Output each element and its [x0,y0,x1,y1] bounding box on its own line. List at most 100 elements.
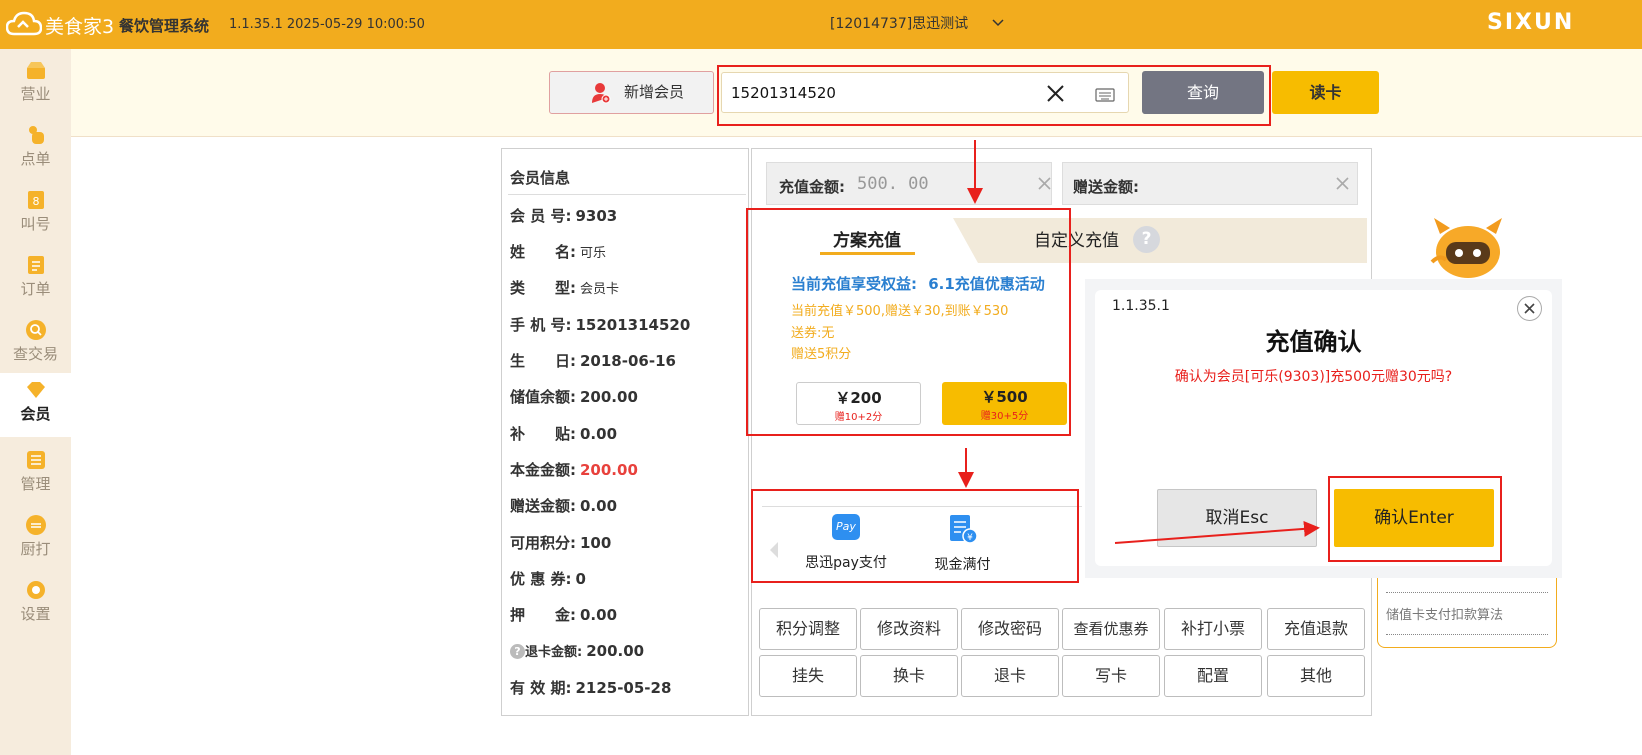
member-row-value: 200.00 [586,642,645,660]
highlight-box-plan [746,208,1071,436]
member-row-label: 手 机 号: [510,316,572,334]
dialog-version: 1.1.35.1 [1112,298,1170,314]
sidebar-item-label: 营业 [20,85,51,103]
replace-card-button[interactable]: 换卡 [860,655,958,697]
kitchen-print-icon [25,515,46,535]
sidebar-item-order[interactable]: 点单 [0,118,71,182]
diamond-icon [26,382,45,398]
member-row-label: 类 型: [510,279,576,297]
clear-icon[interactable] [1038,177,1051,190]
sidebar-item-call[interactable]: 8 叫号 [0,183,71,247]
member-row-value: 15201314520 [575,316,691,334]
member-row-value: 0 [575,570,586,588]
help-icon[interactable]: ? [510,644,525,659]
chevron-down-icon [992,19,1004,27]
sidebar-item-label: 厨打 [20,540,51,558]
member-row-label: 赠送金额: [510,497,576,515]
divider [1386,592,1548,593]
divider [1386,634,1548,635]
add-member-label: 新增会员 [624,83,685,101]
sidebar-item-label: 点单 [20,150,51,168]
config-button[interactable]: 配置 [1164,655,1262,697]
close-icon[interactable] [1517,296,1542,321]
member-row-label: 储值余额: [510,388,576,406]
member-row-type: 类 型: 会员卡 [510,277,619,298]
write-card-button[interactable]: 写卡 [1062,655,1160,697]
sidebar-item-orders[interactable]: 订单 [0,248,71,312]
add-member-button[interactable]: 新增会员 [549,71,714,114]
member-info-title: 会员信息 [510,169,571,187]
member-row-label: 会 员 号: [510,207,572,225]
gift-amount-label: 赠送金额: [1073,178,1139,196]
member-row-value: 0.00 [580,425,618,443]
recharge-amount-label: 充值金额: [779,178,845,196]
sidebar-item-kitchen-print[interactable]: 厨打 [0,508,71,572]
member-row-points: 可用积分: 100 [510,532,611,553]
mascot-icon[interactable] [1430,214,1506,280]
sidebar-item-label: 管理 [20,475,51,493]
brand-logo: SIXUN [1487,10,1575,35]
member-row-label: 生 日: [510,352,576,370]
tip-text[interactable]: 储值卡支付扣款算法 [1386,604,1503,623]
hand-icon [28,126,44,144]
member-row-label: 退卡金额: [525,645,583,660]
read-card-button[interactable]: 读卡 [1272,71,1379,114]
member-row-label: 姓 名: [510,243,576,261]
highlight-box-search [717,65,1271,126]
help-icon[interactable]: ? [1133,226,1160,253]
shop-icon [26,62,45,79]
report-loss-button[interactable]: 挂失 [759,655,857,697]
gear-icon [26,581,45,599]
member-row-label: 补 贴: [510,425,576,443]
member-row-gift: 赠送金额: 0.00 [510,495,617,516]
sidebar-item-label: 叫号 [20,215,51,233]
edit-profile-button[interactable]: 修改资料 [860,608,958,650]
divider [508,194,746,195]
member-row-id: 会 员 号: 9303 [510,205,617,226]
clear-icon[interactable] [1336,177,1349,190]
gift-amount-field[interactable]: 赠送金额: [1062,162,1358,205]
sidebar-item-transactions[interactable]: 查交易 [0,313,71,377]
svg-text:8: 8 [32,195,39,208]
version-time: 1.1.35.1 2025-05-29 10:00:50 [229,17,425,32]
sidebar-item-member[interactable]: 会员 [0,373,71,437]
member-row-principal: 本金金额: 200.00 [510,459,638,480]
system-name: 餐饮管理系统 [119,17,210,35]
return-card-button[interactable]: 退卡 [961,655,1059,697]
view-coupons-button[interactable]: 查看优惠券 [1062,608,1160,650]
member-row-value: 2018-06-16 [580,352,676,370]
store-selector[interactable]: [12014737]思迅测试 [830,13,1004,35]
order-icon [27,256,44,274]
member-row-coupons: 优 惠 券: 0 [510,568,586,589]
member-row-label: 押 金: [510,606,576,624]
sidebar-item-settings[interactable]: 设置 [0,573,71,637]
member-row-birthday: 生 日: 2018-06-16 [510,350,676,371]
member-row-value: 200.00 [580,461,638,479]
tip-card: 储值卡支付扣款算法 [1377,570,1557,648]
recharge-refund-button[interactable]: 充值退款 [1267,608,1365,650]
sidebar-item-label: 会员 [20,405,51,423]
search-icon [25,320,46,340]
reprint-receipt-button[interactable]: 补打小票 [1164,608,1262,650]
points-adjust-button[interactable]: 积分调整 [759,608,857,650]
member-row-value: 200.00 [580,388,638,406]
member-row-phone: 手 机 号: 15201314520 [510,314,690,335]
member-row-value: 2125-05-28 [575,679,672,697]
member-row-deposit: 押 金: 0.00 [510,604,617,625]
sidebar-item-business[interactable]: 营业 [0,53,71,117]
top-bar: 美食家3 餐饮管理系统 1.1.35.1 2025-05-29 10:00:50… [0,0,1642,49]
dialog-title: 充值确认 [1265,328,1362,356]
member-row-expiry: 有 效 期: 2125-05-28 [510,677,671,698]
sidebar-item-manage[interactable]: 管理 [0,443,71,507]
member-row-refund: ? 退卡金额: 200.00 [510,641,644,660]
other-button[interactable]: 其他 [1267,655,1365,697]
member-row-value: 0.00 [580,497,618,515]
recharge-amount-field[interactable]: 充值金额: 500. 00 [766,162,1052,205]
change-password-button[interactable]: 修改密码 [961,608,1059,650]
cancel-button[interactable]: 取消Esc [1157,489,1317,547]
member-row-balance: 储值余额: 200.00 [510,386,638,407]
member-row-label: 可用积分: [510,534,576,552]
sidebar: 营业 点单 8 叫号 订单 查交易 会员 管理 厨打 设置 [0,49,71,755]
sidebar-item-label: 查交易 [12,345,58,363]
dialog-message: 确认为会员[可乐(9303)]充500元赠30元吗? [1174,369,1453,385]
